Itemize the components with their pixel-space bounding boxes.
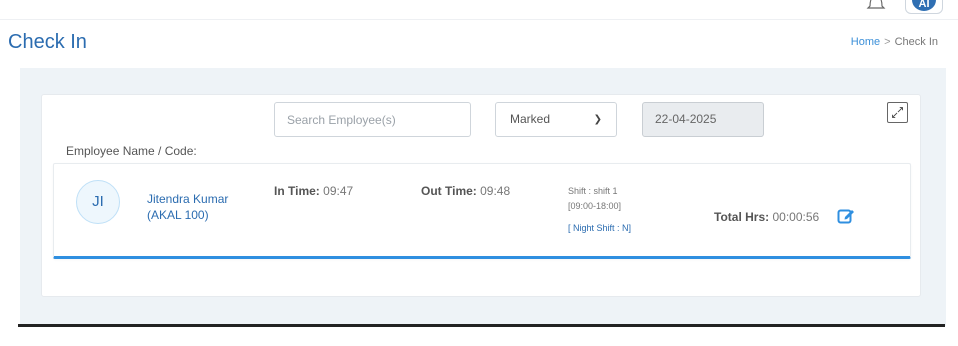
out-time: Out Time: 09:48 — [421, 184, 510, 198]
chevron-down-icon: ❯ — [593, 114, 602, 125]
out-time-label: Out Time: — [421, 184, 477, 198]
user-avatar-button[interactable]: AI — [905, 0, 943, 14]
shift-hours: [09:00-18:00] — [568, 201, 622, 211]
total-hours: Total Hrs: 00:00:56 — [714, 210, 819, 224]
total-hours-value: 00:00:56 — [772, 210, 820, 224]
avatar: AI — [912, 0, 936, 11]
checkin-record-row: JI Jitendra Kumar (AKAL 100) In Time: 09… — [53, 163, 911, 259]
edit-icon[interactable] — [837, 207, 855, 225]
breadcrumb-current: Check In — [894, 36, 938, 48]
top-bar: AI — [0, 0, 958, 20]
in-time-value: 09:47 — [323, 184, 354, 198]
date-field: 22-04-2025 — [642, 102, 764, 137]
in-time: In Time: 09:47 — [274, 184, 353, 198]
shift-name: Shift : shift 1 — [568, 186, 618, 196]
total-hours-label: Total Hrs: — [714, 210, 770, 224]
content-panel: Employee Name / Code: Marked ❯ 22-04-202… — [20, 68, 946, 326]
out-time-value: 09:48 — [480, 184, 511, 198]
expand-icon[interactable] — [887, 102, 908, 123]
employee-name[interactable]: Jitendra Kumar (AKAL 100) — [147, 191, 228, 223]
in-time-label: In Time: — [274, 184, 320, 198]
employee-initials-avatar: JI — [76, 180, 120, 224]
search-employee-input[interactable] — [274, 102, 471, 137]
breadcrumb-home-link[interactable]: Home — [851, 36, 880, 48]
status-select-value: Marked — [510, 112, 551, 126]
checkin-card: Employee Name / Code: Marked ❯ 22-04-202… — [41, 94, 921, 297]
bell-icon[interactable] — [866, 0, 886, 10]
night-shift-info: [ Night Shift : N] — [568, 223, 632, 233]
page-title: Check In — [8, 31, 87, 53]
employee-name-line: Jitendra Kumar — [147, 192, 229, 206]
employee-code: (AKAL 100) — [147, 208, 209, 222]
shift-info: Shift : shift 1 [09:00-18:00] — [568, 184, 621, 214]
divider — [18, 324, 945, 327]
breadcrumb-separator: > — [884, 36, 891, 48]
status-select[interactable]: Marked ❯ — [495, 102, 617, 137]
breadcrumb: Home > Check In — [851, 36, 938, 48]
employee-label: Employee Name / Code: — [66, 144, 197, 158]
